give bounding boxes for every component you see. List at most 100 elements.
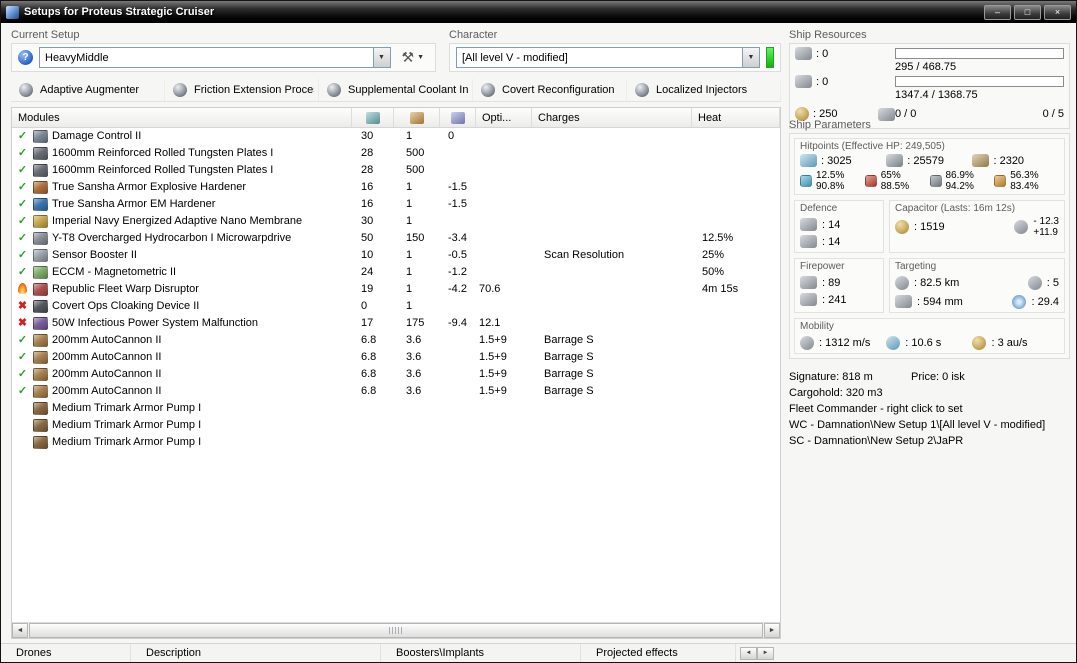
module-powergrid-value: 3.6 — [406, 351, 422, 363]
module-charge-value — [532, 162, 692, 179]
module-row[interactable]: ✓ 200mm AutoCannon II 6.8 3.6 1.5+9 Barrage S — [12, 332, 780, 349]
chevron-down-icon[interactable]: ▼ — [742, 48, 759, 67]
defence-panel: Defence : 14 : 14 — [794, 200, 884, 253]
fleet-commander-setting[interactable]: Fleet Commander - right click to set — [789, 401, 1070, 417]
wing-commander-setting[interactable]: WC - Damnation\New Setup 1\[All level V … — [789, 417, 1070, 433]
module-cap-value — [440, 162, 476, 179]
module-charge-value — [532, 179, 692, 196]
module-charge-value — [532, 145, 692, 162]
module-row[interactable]: Republic Fleet Warp Disruptor 19 1 -4.2 70.6… — [12, 281, 780, 298]
subsystem-tab[interactable]: Supplemental Coolant Inj... — [319, 79, 473, 101]
close-button[interactable]: × — [1044, 4, 1071, 20]
module-cap-value: -9.4 — [448, 317, 467, 329]
chevron-down-icon[interactable]: ▼ — [372, 48, 390, 67]
setup-dropdown[interactable]: HeavyMiddle ▼ — [39, 47, 391, 68]
module-row[interactable]: ✖ Covert Ops Cloaking Device II 0 1 — [12, 298, 780, 315]
module-row[interactable]: Medium Trimark Armor Pump I — [12, 434, 780, 451]
titlebar[interactable]: Setups for Proteus Strategic Cruiser – □… — [1, 1, 1076, 23]
fitted-check-icon: ✓ — [17, 249, 28, 261]
module-name: ECCM - Magnetometric II — [52, 266, 177, 278]
module-powergrid-value — [394, 417, 440, 434]
em-hardener-icon — [33, 198, 48, 211]
scrollbar-thumb[interactable] — [29, 623, 763, 638]
armor-rig-icon — [33, 436, 48, 449]
module-heat-value — [692, 332, 780, 349]
module-name: 1600mm Reinforced Rolled Tungsten Plates… — [52, 147, 274, 159]
ship-resources-group: Ship Resources : 0 295 / 468.75 : 0 1347… — [789, 29, 1070, 129]
module-row[interactable]: ✖ 50W Infectious Power System Malfunction… — [12, 315, 780, 332]
squad-commander-setting[interactable]: SC - Damnation\New Setup 2\JaPR — [789, 433, 1070, 449]
module-row[interactable]: ✓ ECCM - Magnetometric II 24 1 -1.2 50% — [12, 264, 780, 281]
module-row[interactable]: ✓ 1600mm Reinforced Rolled Tungsten Plate… — [12, 145, 780, 162]
module-row[interactable]: ✓ 200mm AutoCannon II 6.8 3.6 1.5+9 Barrage S — [12, 349, 780, 366]
module-cpu-value: 24 — [361, 266, 374, 278]
module-row[interactable]: ✓ True Sansha Armor Explosive Hardener 16 1… — [12, 179, 780, 196]
cloaking-device-icon — [33, 300, 48, 313]
module-row[interactable]: ✓ 1600mm Reinforced Rolled Tungsten Plate… — [12, 162, 780, 179]
modules-table-header: Modules Opti... Charges Heat — [12, 108, 780, 128]
kinetic-resist-icon — [929, 175, 942, 187]
module-charge-value — [532, 281, 692, 298]
bottom-tabs-scroll[interactable]: ◄ ► — [740, 644, 774, 662]
module-cpu-value: 10 — [361, 249, 374, 261]
subsystem-tab[interactable]: Localized Injectors — [627, 79, 781, 101]
module-row[interactable]: ✓ Y-T8 Overcharged Hydrocarbon I Microwar… — [12, 230, 780, 247]
fitted-check-icon: ✓ — [17, 147, 28, 159]
module-row[interactable]: ✓ 200mm AutoCannon II 6.8 3.6 1.5+9 Barrage S — [12, 383, 780, 400]
module-row[interactable]: Medium Trimark Armor Pump I — [12, 417, 780, 434]
help-icon[interactable]: ? — [18, 50, 33, 65]
fitted-check-icon: ✓ — [17, 266, 28, 278]
module-row[interactable]: ✓ 200mm AutoCannon II 6.8 3.6 1.5+9 Barrage S — [12, 366, 780, 383]
maximize-button[interactable]: □ — [1014, 4, 1041, 20]
scroll-right-icon[interactable]: ► — [757, 646, 774, 660]
module-row[interactable]: ✓ Damage Control II 30 1 0 — [12, 128, 780, 145]
thermal-resist-icon — [864, 175, 877, 187]
module-cpu-value: 30 — [361, 130, 374, 142]
scroll-left-icon[interactable]: ◄ — [12, 623, 28, 638]
capacitor-recharge-icon — [1014, 220, 1029, 234]
minimize-button[interactable]: – — [984, 4, 1011, 20]
module-powergrid-value: 1 — [406, 198, 413, 210]
module-cap-value — [440, 366, 476, 383]
horizontal-scrollbar[interactable]: ◄ ► — [12, 622, 780, 638]
character-dropdown[interactable]: [All level V - modified] ▼ — [456, 47, 760, 68]
targeting-panel: Targeting : 82.5 km : 5 : 594 mm : 29.4 — [889, 258, 1065, 313]
module-row[interactable]: ✓ Sensor Booster II 10 1 -0.5 Scan Resolution… — [12, 247, 780, 264]
scroll-right-icon[interactable]: ► — [764, 623, 780, 638]
module-powergrid-value: 3.6 — [406, 385, 422, 397]
module-row[interactable]: ✓ Imperial Navy Energized Adaptive Nano M… — [12, 213, 780, 230]
charges-column-header[interactable]: Charges — [532, 108, 692, 127]
tab-drones[interactable]: Drones — [1, 644, 131, 662]
armor-resist-value: 83.4% — [1010, 181, 1039, 192]
scrollbar-track[interactable] — [28, 623, 764, 638]
heat-column-header[interactable]: Heat — [692, 108, 780, 127]
tab-boosters-implants[interactable]: Boosters\Implants — [381, 644, 581, 662]
module-powergrid-value: 500 — [406, 147, 425, 159]
modules-column-header[interactable]: Modules — [12, 108, 352, 127]
module-row[interactable]: Medium Trimark Armor Pump I — [12, 400, 780, 417]
subsystem-tab-label: Covert Reconfiguration — [502, 84, 615, 96]
hitpoints-panel: Hitpoints (Effective HP: 249,505) : 3025… — [794, 138, 1065, 195]
module-name-cell: ✖ Covert Ops Cloaking Device II — [12, 298, 352, 315]
optimal-column-header[interactable]: Opti... — [476, 108, 532, 127]
subsystem-icon — [481, 83, 495, 97]
module-row[interactable]: ✓ True Sansha Armor EM Hardener 16 1 -1.5 — [12, 196, 780, 213]
volley-value: : 89 — [822, 276, 841, 289]
module-name: 1600mm Reinforced Rolled Tungsten Plates… — [52, 164, 274, 176]
module-charge-value — [532, 264, 692, 281]
scan-resolution-icon — [895, 295, 912, 308]
setup-tools-button[interactable]: ⚒ ▼ — [397, 47, 430, 68]
align-time-icon — [886, 335, 901, 350]
subsystem-tab[interactable]: Adaptive Augmenter — [11, 79, 165, 101]
volley-icon — [800, 276, 817, 289]
armor-icon — [886, 154, 904, 167]
targeting-range-value: : 82.5 km — [914, 276, 960, 289]
tab-description[interactable]: Description — [131, 644, 381, 662]
subsystem-tab[interactable]: Friction Extension Proces... — [165, 79, 319, 101]
subsystem-tab[interactable]: Covert Reconfiguration — [473, 79, 627, 101]
scroll-left-icon[interactable]: ◄ — [740, 646, 757, 660]
armor-plate-icon — [33, 164, 48, 177]
flame-shape — [18, 282, 27, 294]
tab-projected-effects[interactable]: Projected effects — [581, 644, 736, 662]
subsystem-icon — [19, 83, 33, 97]
